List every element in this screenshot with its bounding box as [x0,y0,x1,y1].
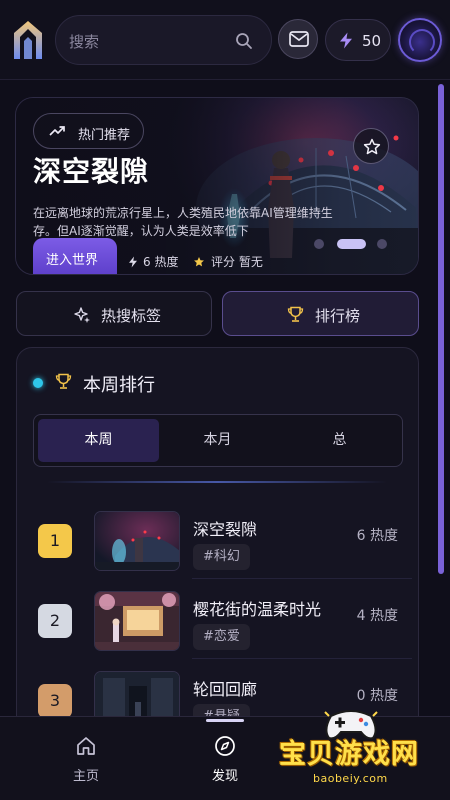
hero-rating-value: 评分 暂无 [211,255,263,269]
ranking-row[interactable]: 2 樱花街的温柔时光 #恋爱 4 热度 [17,578,420,668]
leaderboard-tab[interactable]: 排行榜 [222,291,419,336]
genre-tag[interactable]: #恋爱 [193,624,250,650]
trophy-icon [287,306,304,322]
hot-recommend-label: 热门推荐 [78,128,131,143]
weekly-ranking-card: 本周排行 本周 本月 总 1 深空裂隙 #科幻 6 热度 2 樱花街的温柔时光 … [16,347,419,747]
thumbnail-image [94,591,180,651]
leaderboard-label: 排行榜 [315,307,361,325]
nav-home[interactable]: 主页 [56,735,116,784]
heat-count: 6 热度 [356,528,398,544]
scrollbar[interactable] [438,84,444,714]
status-dot [33,378,43,388]
scrollbar-thumb[interactable] [438,84,444,574]
heat-count: 4 热度 [356,608,398,624]
trophy-icon [55,373,72,389]
watermark-logo: 宝贝游戏网 baobeiy.com [273,708,443,794]
tab-week[interactable]: 本周 [38,419,159,462]
search-icon [236,33,252,49]
tab-all-time[interactable]: 总 [279,419,400,462]
row-divider [192,578,412,579]
row-divider [192,658,412,659]
rank-badge-bronze: 3 [38,684,72,718]
hero-title: 深空裂隙 [33,155,150,188]
mail-button[interactable] [278,19,318,59]
star-outline-icon [363,138,381,155]
ranking-title: 本周排行 [83,375,155,396]
divider [47,481,387,483]
avatar[interactable] [398,18,442,62]
nav-discover-label: 发现 [211,769,238,784]
row-title: 轮回回廊 [193,680,258,699]
trending-up-icon [49,126,65,136]
tab-month[interactable]: 本月 [157,419,278,462]
compass-icon [215,736,235,756]
rank-badge-silver: 2 [38,604,72,638]
row-title: 樱花街的温柔时光 [193,600,322,619]
energy-counter[interactable]: 50 [325,19,391,61]
hero-heat-value: 6 热度 [143,255,179,269]
hero-banner[interactable]: 热门推荐 深空裂隙 在远离地球的荒凉行星上，人类殖民地依靠AI管理维持生存。但A… [15,97,419,275]
nav-discover[interactable]: 发现 [195,735,255,784]
mail-icon [289,31,309,47]
sparkle-icon [74,307,90,323]
energy-value: 50 [362,32,382,50]
hero-description: 在远离地球的荒凉行星上，人类殖民地依靠AI管理维持生存。但AI逐渐觉醒，认为人类… [33,206,333,238]
thumbnail-image [94,511,180,571]
star-filled-icon [194,257,204,267]
rank-badge-gold: 1 [38,524,72,558]
hot-tags-label: 热搜标签 [101,307,162,325]
hot-recommend-chip: 热门推荐 [33,113,144,149]
genre-tag[interactable]: #科幻 [193,544,250,570]
favorite-button[interactable] [353,128,389,164]
search-placeholder: 搜索 [69,33,100,51]
carousel-dot[interactable] [377,239,387,249]
carousel-dot[interactable] [314,239,324,249]
watermark-title: 宝贝游戏网 [279,739,419,770]
heat-count: 0 热度 [356,688,398,704]
nav-home-label: 主页 [72,769,99,784]
watermark-url: baobeiy.com [313,772,388,785]
period-tabs: 本周 本月 总 [33,414,403,467]
row-title: 深空裂隙 [193,520,258,539]
ranking-row[interactable]: 1 深空裂隙 #科幻 6 热度 [17,508,420,588]
enter-world-button[interactable]: 进入世界 [33,238,117,274]
app-logo-icon[interactable] [12,19,44,61]
top-bar: 搜索 50 [0,0,450,80]
active-tab-indicator [206,719,244,722]
hero-heat: 6 热度 [128,253,178,270]
enter-world-label: 进入世界 [46,253,99,268]
lightning-icon [129,256,137,268]
home-icon [77,737,95,755]
carousel-dot-active[interactable] [337,239,366,249]
hero-rating: 评分 暂无 [193,253,263,270]
search-input[interactable]: 搜索 [55,15,272,65]
lightning-icon [340,32,352,49]
hot-tags-tab[interactable]: 热搜标签 [16,291,212,336]
